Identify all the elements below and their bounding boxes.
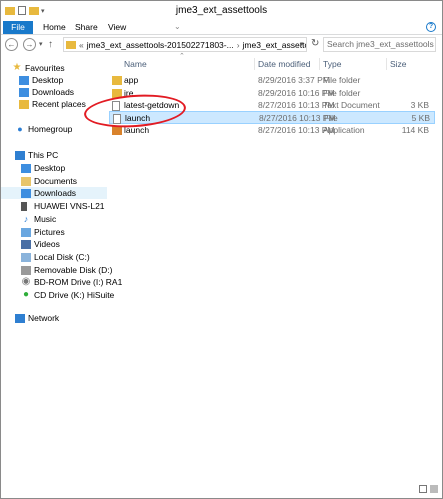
desktop-icon (19, 75, 29, 85)
music-icon: ♪ (23, 214, 29, 224)
nav-item-music[interactable]: ♪ Music (21, 213, 56, 225)
search-input[interactable]: Search jme3_ext_assettools (323, 37, 436, 52)
phone-icon (21, 201, 27, 211)
sort-ascending-icon: ⌃ (179, 53, 185, 60)
nav-item-recent-places[interactable]: Recent places (19, 98, 86, 110)
help-icon[interactable]: ? (426, 22, 436, 32)
chevron-down-icon[interactable]: ⌄ (174, 22, 181, 31)
recent-locations-icon[interactable]: ▾ (39, 40, 43, 48)
back-button[interactable]: ← (5, 38, 18, 51)
nav-item-local-disk[interactable]: Local Disk (C:) (21, 251, 90, 263)
computer-icon (15, 150, 25, 160)
address-dropdown-icon[interactable]: ▾ (300, 40, 304, 48)
nav-thispc[interactable]: This PC (15, 149, 58, 161)
column-header-date[interactable]: Date modified (258, 58, 310, 70)
ribbon-tabs: File Home Share View ⌄ ? (1, 21, 442, 35)
forward-button[interactable]: → (23, 38, 36, 51)
up-arrow-icon[interactable]: ↑ (48, 39, 53, 50)
desktop-icon (21, 163, 31, 173)
chevron-right-icon[interactable]: › (237, 40, 240, 50)
file-size: 114 KB (401, 125, 429, 135)
file-type: File folder (323, 75, 361, 85)
nav-favourites[interactable]: ★ Favourites (12, 62, 65, 74)
arrow-right-icon: → (25, 40, 34, 49)
file-date: 8/29/2016 3:37 PM (258, 75, 330, 85)
explorer-window: ▾ jme3_ext_assettools File Home Share Vi… (0, 0, 443, 499)
homegroup-icon: ● (17, 124, 23, 134)
nav-network[interactable]: Network (15, 312, 59, 324)
column-header-type[interactable]: Type (323, 58, 341, 70)
folder-icon (66, 40, 76, 49)
nav-item-videos[interactable]: Videos (21, 238, 60, 250)
nav-item-downloads-selected[interactable]: Downloads (1, 187, 107, 199)
breadcrumb-item[interactable]: jme3_ext_assettools-201502271803-... (87, 40, 234, 50)
navigation-bar: ← → ▾ ↑ « jme3_ext_assettools-2015022718… (1, 35, 442, 55)
network-icon (15, 313, 25, 323)
refresh-icon[interactable]: ↻ (311, 38, 319, 49)
tab-view[interactable]: View (108, 21, 126, 34)
tab-share[interactable]: Share (75, 21, 98, 34)
nav-item-desktop[interactable]: Desktop (21, 162, 65, 174)
window-title: jme3_ext_assettools (175, 5, 268, 16)
column-divider[interactable] (254, 58, 255, 70)
downloads-icon (19, 87, 29, 97)
breadcrumb-overflow[interactable]: « (79, 40, 84, 50)
tab-home[interactable]: Home (43, 21, 66, 34)
search-placeholder: Search jme3_ext_assettools (327, 39, 434, 49)
nav-homegroup[interactable]: ● Homegroup (15, 123, 72, 135)
nav-item-downloads[interactable]: Downloads (19, 86, 74, 98)
file-type: Application (323, 125, 365, 135)
documents-icon (21, 176, 31, 186)
recent-places-icon (19, 99, 29, 109)
nav-item-documents[interactable]: Documents (21, 175, 77, 187)
drive-icon (21, 252, 31, 262)
address-bar[interactable]: « jme3_ext_assettools-201502271803-... ›… (63, 37, 307, 52)
column-header-name[interactable]: Name (124, 58, 147, 70)
breadcrumb-item[interactable]: jme3_ext_assettools (243, 40, 306, 50)
file-row[interactable]: launch 8/27/2016 10:13 PM Application 11… (109, 124, 435, 137)
hisuite-icon: ● (22, 289, 30, 300)
removable-disk-icon (21, 265, 31, 275)
pictures-icon (21, 227, 31, 237)
nav-item-removable-disk[interactable]: Removable Disk (D:) (21, 264, 112, 276)
large-icons-view-icon[interactable] (430, 485, 438, 493)
downloads-icon (21, 188, 31, 198)
disc-icon: ◉ (21, 276, 31, 287)
nav-item-pictures[interactable]: Pictures (21, 226, 65, 238)
nav-item-desktop[interactable]: Desktop (19, 74, 63, 86)
folder-icon (112, 76, 122, 85)
nav-item-huawei[interactable]: HUAWEI VNS-L21 (21, 200, 105, 212)
videos-icon (21, 239, 31, 249)
details-view-icon[interactable] (419, 485, 427, 493)
file-row[interactable]: app 8/29/2016 3:37 PM File folder (109, 74, 435, 87)
column-header-size[interactable]: Size (390, 58, 407, 70)
file-name: app (124, 75, 139, 85)
file-size (390, 74, 429, 87)
tab-file[interactable]: File (3, 21, 33, 34)
star-icon: ★ (12, 62, 22, 73)
column-divider[interactable] (319, 58, 320, 70)
title-bar: ▾ jme3_ext_assettools (1, 1, 442, 21)
nav-item-cd-drive[interactable]: ● CD Drive (K:) HiSuite (21, 289, 114, 301)
arrow-left-icon: ← (7, 40, 16, 49)
nav-item-bd-rom[interactable]: ◉ BD-ROM Drive (I:) RA1 (21, 276, 123, 288)
column-divider[interactable] (386, 58, 387, 70)
